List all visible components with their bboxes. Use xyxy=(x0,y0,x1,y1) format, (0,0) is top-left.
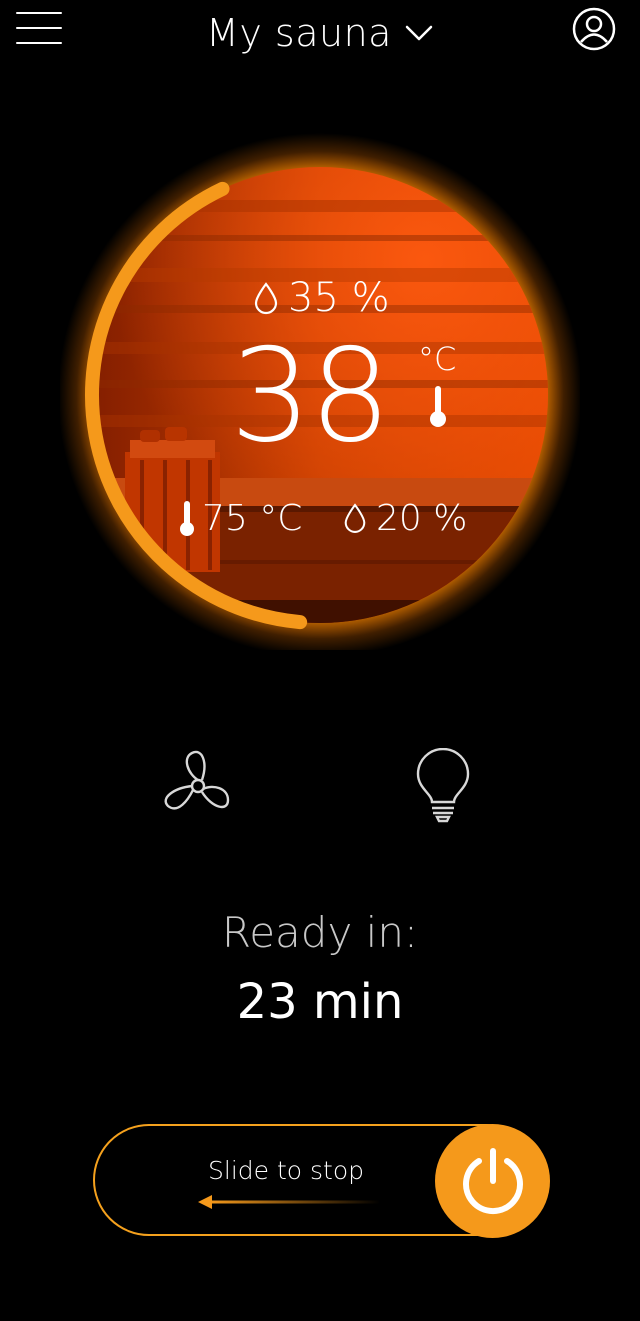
ready-in-label: Ready in: xyxy=(221,908,419,957)
target-temperature: 75 °C xyxy=(178,495,302,541)
ready-in-time: 23 min xyxy=(236,974,404,1030)
water-drop-icon xyxy=(344,503,366,533)
power-icon xyxy=(462,1148,523,1215)
target-temperature-value: 75 °C xyxy=(202,497,303,539)
water-drop-icon xyxy=(254,282,278,315)
light-button[interactable] xyxy=(410,747,476,824)
arrow-left-icon xyxy=(198,1195,380,1209)
target-humidity: 20 % xyxy=(342,495,467,541)
current-temperature-value: 38 xyxy=(230,322,391,471)
fan-button[interactable] xyxy=(158,748,238,824)
chevron-down-icon xyxy=(405,25,433,41)
light-bulb-icon xyxy=(416,747,470,823)
header-title-area: My sauna xyxy=(0,8,640,58)
thermometer-icon xyxy=(430,386,446,427)
target-humidity-value: 20 % xyxy=(376,497,468,539)
thermometer-icon xyxy=(180,501,194,536)
user-profile-icon[interactable] xyxy=(570,7,618,51)
power-button[interactable] xyxy=(435,1124,550,1238)
current-humidity-value: 35 % xyxy=(288,275,390,321)
slide-to-stop-label: Slide to stop xyxy=(208,1156,364,1185)
temperature-unit: °C xyxy=(418,340,457,378)
current-humidity: 35 % xyxy=(252,274,390,322)
sauna-selector-dropdown[interactable]: My sauna xyxy=(206,11,434,55)
page-title: My sauna xyxy=(206,11,392,55)
fan-icon xyxy=(164,750,230,810)
